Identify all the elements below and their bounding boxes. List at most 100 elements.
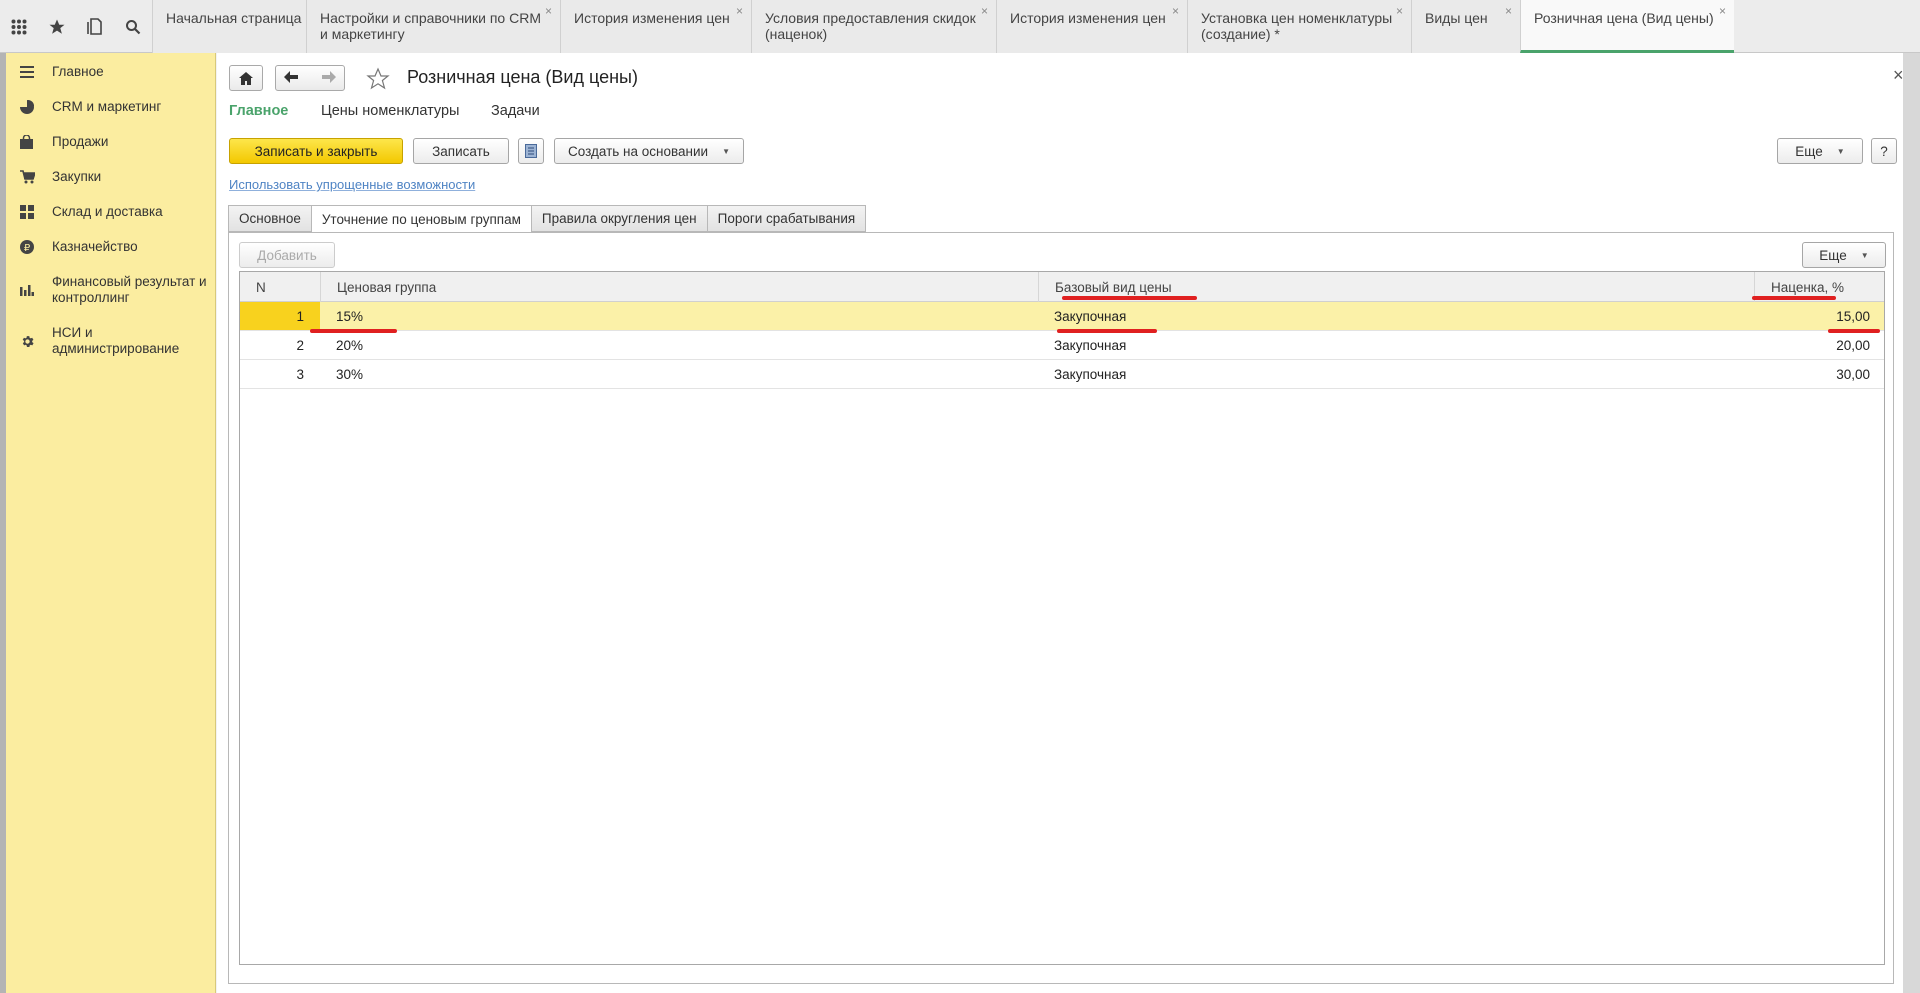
price-groups-table: N Ценовая группа Базовый вид цены Наценк… (239, 271, 1885, 965)
page-title: Розничная цена (Вид цены) (407, 67, 638, 87)
table-row[interactable]: 2 20% Закупочная 20,00 (240, 331, 1884, 360)
cell-price-group[interactable]: 20% (320, 331, 1038, 359)
chevron-down-icon: ▼ (722, 146, 730, 156)
column-header-n[interactable]: N (240, 272, 320, 302)
nav-link-item-prices[interactable]: Цены номенклатуры (321, 103, 459, 119)
annotation-underline (1062, 296, 1197, 300)
top-icons (0, 0, 152, 53)
close-icon[interactable]: × (1505, 5, 1512, 17)
close-icon[interactable]: × (981, 5, 988, 17)
close-icon[interactable]: × (736, 5, 743, 17)
table-row[interactable]: 1 15% Закупочная 15,00 (240, 302, 1884, 331)
cell-markup[interactable]: 30,00 (1754, 360, 1886, 388)
star-icon[interactable] (38, 0, 76, 53)
sidebar-item-label: Казначейство (52, 239, 138, 254)
sidebar-item-warehouse[interactable]: Склад и доставка (20, 204, 212, 220)
tab-thresholds[interactable]: Пороги срабатывания (707, 205, 867, 232)
bar-chart-icon (20, 282, 52, 298)
tab-label: Настройки и справочники по CRM и маркети… (320, 10, 541, 42)
sidebar-item-label: Главное (52, 64, 104, 79)
warehouse-grid-icon (20, 204, 52, 220)
nav-link-tasks[interactable]: Задачи (491, 103, 540, 119)
more-button[interactable]: Еще ▼ (1777, 138, 1863, 164)
ruble-coin-icon: ₽ (20, 239, 52, 255)
cell-markup[interactable]: 15,00 (1754, 302, 1886, 330)
sidebar-item-main[interactable]: Главное (20, 64, 212, 80)
simplified-mode-link[interactable]: Использовать упрощенные возможности (229, 177, 475, 192)
column-header-price-group[interactable]: Ценовая группа (320, 272, 1038, 302)
close-icon[interactable]: × (1893, 65, 1904, 86)
help-button[interactable]: ? (1871, 138, 1897, 164)
home-button[interactable] (229, 65, 263, 91)
tab-main[interactable]: Основное (228, 205, 312, 232)
save-and-close-button[interactable]: Записать и закрыть (229, 138, 403, 164)
form-window: Розничная цена (Вид цены) × Главное Цены… (217, 53, 1904, 993)
sidebar-item-treasury[interactable]: ₽ Казначейство (20, 239, 212, 255)
chevron-down-icon: ▼ (1836, 146, 1845, 156)
cell-price-group[interactable]: 15% (320, 302, 1038, 330)
back-arrow-icon[interactable] (284, 70, 298, 86)
tab-crm-settings[interactable]: Настройки и справочники по CRM и маркети… (306, 0, 560, 53)
create-based-on-label: Создать на основании (568, 143, 709, 159)
save-button[interactable]: Записать (413, 138, 509, 164)
cell-n: 3 (296, 366, 304, 382)
sidebar-item-finance[interactable]: Финансовый результат и контроллинг (20, 274, 212, 306)
shopping-bag-icon (20, 134, 52, 150)
sidebar-item-sales[interactable]: Продажи (20, 134, 212, 150)
sidebar-item-label: Склад и доставка (52, 204, 163, 219)
tab-price-types[interactable]: Виды цен × (1411, 0, 1520, 53)
sidebar-item-admin[interactable]: НСИ и администрирование (20, 325, 212, 357)
favorite-star-icon[interactable] (366, 67, 390, 94)
tab-retail-price[interactable]: Розничная цена (Вид цены) × (1520, 0, 1734, 53)
gear-icon (20, 333, 52, 349)
tab-rounding-rules[interactable]: Правила округления цен (531, 205, 708, 232)
menu-lines-icon (20, 64, 52, 80)
tab-label: История изменения цен (1010, 10, 1166, 26)
annotation-underline (310, 329, 397, 333)
close-icon[interactable]: × (1396, 5, 1403, 17)
sidebar-item-purchases[interactable]: Закупки (20, 169, 212, 185)
cell-base-price-type[interactable]: Закупочная (1038, 302, 1754, 330)
chevron-down-icon: ▼ (1860, 250, 1869, 260)
tab-price-groups[interactable]: Уточнение по ценовым группам (311, 205, 532, 233)
create-based-on-button[interactable]: Создать на основании ▼ (554, 138, 744, 164)
tab-discount-conditions[interactable]: Условия предоставления скидок (наценок) × (751, 0, 996, 53)
cell-base-price-type[interactable]: Закупочная (1038, 360, 1754, 388)
tab-price-history-2[interactable]: История изменения цен × (996, 0, 1187, 53)
home-icon (239, 71, 253, 85)
cell-n: 1 (240, 302, 320, 330)
table-more-button[interactable]: Еще ▼ (1802, 242, 1886, 268)
cell-n: 2 (296, 337, 304, 353)
close-icon[interactable]: × (1719, 5, 1726, 17)
more-label: Еще (1819, 247, 1847, 263)
tab-panel: Добавить Еще ▼ N Ценовая группа Базовый … (228, 232, 1894, 984)
forward-arrow-icon[interactable] (322, 70, 336, 86)
sidebar-item-crm[interactable]: CRM и маркетинг (20, 99, 212, 115)
nav-link-main[interactable]: Главное (229, 103, 288, 119)
history-nav-buttons (275, 65, 345, 91)
history-icon[interactable] (76, 0, 114, 53)
document-list-button[interactable] (518, 138, 544, 164)
document-list-icon (525, 144, 537, 158)
tab-label: Начальная страница (166, 10, 302, 26)
cart-icon (20, 169, 52, 185)
table-row[interactable]: 3 30% Закупочная 30,00 (240, 360, 1884, 389)
form-tabs: Основное Уточнение по ценовым группам Пр… (228, 205, 867, 233)
tab-label: История изменения цен (574, 10, 730, 26)
sidebar-item-label: CRM и маркетинг (52, 99, 162, 114)
sidebar: Главное CRM и маркетинг Продажи Закупки … (0, 53, 216, 993)
tab-home[interactable]: Начальная страница (152, 0, 306, 53)
apps-grid-icon[interactable] (0, 0, 38, 53)
tab-price-history[interactable]: История изменения цен × (560, 0, 751, 53)
sidebar-item-label: НСИ и администрирование (52, 325, 180, 356)
close-icon[interactable]: × (545, 5, 552, 17)
top-bar: Начальная страница Настройки и справочни… (0, 0, 1920, 53)
add-button[interactable]: Добавить (239, 242, 335, 268)
close-icon[interactable]: × (1172, 5, 1179, 17)
cell-markup[interactable]: 20,00 (1754, 331, 1886, 359)
cell-base-price-type[interactable]: Закупочная (1038, 331, 1754, 359)
right-edge-strip (1903, 53, 1920, 993)
tab-price-setting[interactable]: Установка цен номенклатуры (создание) * × (1187, 0, 1411, 53)
cell-price-group[interactable]: 30% (320, 360, 1038, 388)
search-icon[interactable] (114, 0, 152, 53)
